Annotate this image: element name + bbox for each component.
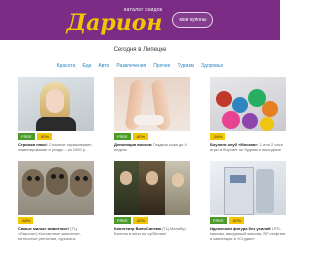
deal-description[interactable]: Самые милые животные! (ТЦ «Европа») Конт… [18,226,94,241]
deal-description[interactable]: Депиляция воском Гладкая кожа до 4 недел… [114,142,190,157]
deal-card[interactable]: -48% Самые милые животные! (ТЦ «Европа»)… [18,161,94,241]
deal-card[interactable]: FREE -90% Стрижки люкс! Сложное окрашива… [18,77,94,157]
deal-description[interactable]: Боулинг-клуб «Москва»: 1 или 2 часа игры… [210,142,286,157]
header-bar: каталог скидок Дарион мои купоны [0,0,280,40]
category-link-tourism[interactable]: Туризм [177,63,194,69]
deal-badges: FREE -90% [18,133,94,140]
deal-card[interactable]: FREE -60% Депиляция воском Гладкая кожа … [114,77,190,157]
deal-description[interactable]: Кинотеатр ВиниСинема (ТЦ Малибу). Билеты… [114,226,190,241]
deal-badges: FREE -60% [114,133,190,140]
category-link-other[interactable]: Прочее [153,63,170,69]
discount-badge: -54% [210,133,226,140]
discount-badge: -90% [228,217,245,224]
free-badge: FREE [114,133,131,140]
discount-badge: -90% [36,133,53,140]
page-title: Сегодня в Липецке [113,47,167,53]
deal-image[interactable] [114,77,190,131]
deal-badges: -54% [210,133,286,140]
logo[interactable]: каталог скидок Дарион [66,7,163,36]
deal-badges: FREE -90% [210,217,286,224]
deal-card[interactable]: -54% Боулинг-клуб «Москва»: 1 или 2 часа… [210,77,286,157]
deal-image[interactable] [210,77,286,131]
free-badge: FREE [210,217,227,224]
discount-badge: -60% [132,133,149,140]
deal-card[interactable]: FREE -40% Кинотеатр ВиниСинема (ТЦ Малиб… [114,161,190,241]
category-link-auto[interactable]: Авто [98,63,109,69]
my-coupons-button[interactable]: мои купоны [172,12,214,28]
deal-image[interactable] [18,77,94,131]
free-badge: FREE [114,217,131,224]
deal-description[interactable]: Стрижки люкс! Сложное окрашивание, ламин… [18,142,94,157]
logo-name: Дарион [66,10,163,36]
discount-badge: -48% [18,217,34,224]
deal-card[interactable]: FREE -90% Идеальная фигура без усилий LP… [210,161,286,241]
discount-badge: -40% [132,217,149,224]
category-link-entertainment[interactable]: Развлечения [116,63,146,69]
deals-grid: FREE -90% Стрижки люкс! Сложное окрашива… [0,69,286,241]
free-badge: FREE [18,133,35,140]
deal-image[interactable] [18,161,94,215]
category-link-beauty[interactable]: Красота [57,63,76,69]
deal-badges: -48% [18,217,94,224]
category-link-health[interactable]: Здоровье [201,63,223,69]
deal-image[interactable] [114,161,190,215]
deal-image[interactable] [210,161,286,215]
category-link-food[interactable]: Еда [82,63,91,69]
deal-badges: FREE -40% [114,217,190,224]
deal-description[interactable]: Идеальная фигура без усилий LPG-массаж, … [210,226,286,241]
